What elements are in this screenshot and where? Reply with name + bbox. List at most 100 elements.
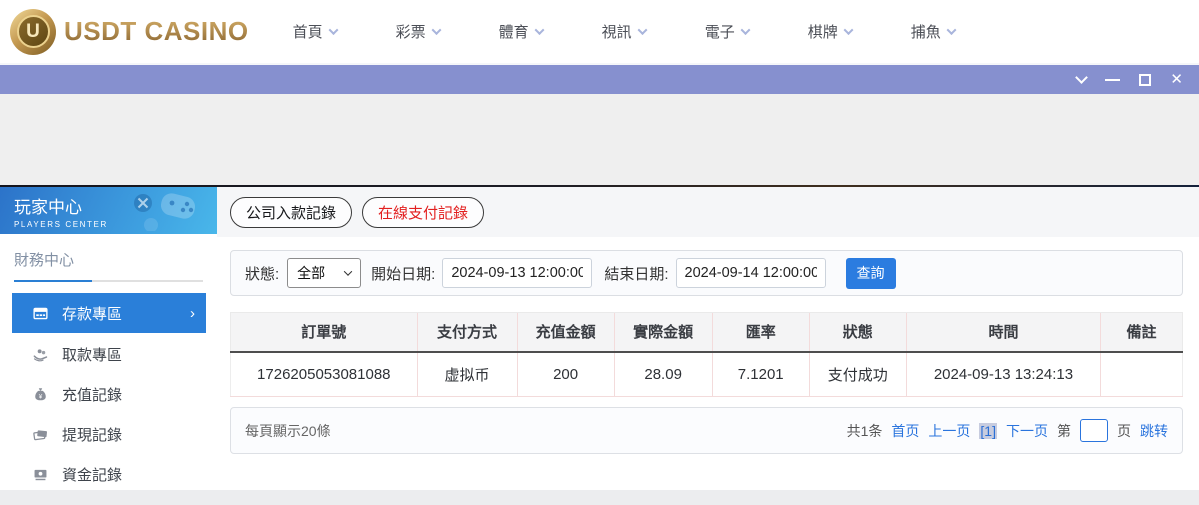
tab-company-deposit-records[interactable]: 公司入款記錄 xyxy=(230,197,353,228)
end-date-label: 結束日期: xyxy=(604,265,669,283)
col-order-number: 訂單號 xyxy=(230,312,418,353)
jump-suffix-label: 页 xyxy=(1117,422,1131,439)
col-remarks: 備註 xyxy=(1100,312,1183,353)
brand-logo-icon: U xyxy=(10,8,56,55)
page-background-spacer xyxy=(0,94,1199,185)
brand-name: USDT CASINO xyxy=(64,16,249,46)
brand-logo[interactable]: U USDT CASINO xyxy=(10,8,249,55)
cell-order-number: 1726205053081088 xyxy=(230,351,418,397)
chevron-down-icon xyxy=(946,25,957,36)
total-count-text: 共1条 xyxy=(846,422,883,439)
cell-recharge-amount: 200 xyxy=(516,351,615,397)
chevron-down-icon xyxy=(843,25,854,36)
sidebar-item-label: 充值記錄 xyxy=(62,386,123,404)
pager-controls: 共1条 首页 上一页 [1] 下一页 第 页 跳转 xyxy=(847,419,1168,442)
logo-u-emblem: U xyxy=(16,15,50,48)
first-page-link[interactable]: 首页 xyxy=(891,421,919,441)
col-exchange-rate: 匯率 xyxy=(711,312,810,353)
col-payment-method: 支付方式 xyxy=(416,312,518,353)
finance-center-title: 財務中心 xyxy=(14,252,75,269)
col-recharge-amount: 充值金額 xyxy=(516,312,615,353)
prev-page-link[interactable]: 上一页 xyxy=(928,421,970,441)
start-date-label: 開始日期: xyxy=(371,265,436,283)
end-date-input[interactable] xyxy=(675,258,826,288)
records-panel: 狀態: 全部 開始日期: 結束日期: 查詢 xyxy=(217,237,1199,490)
nav-item-fishing[interactable]: 捕魚 xyxy=(910,21,957,42)
record-tabs: 公司入款記錄 在線支付記錄 xyxy=(217,187,1199,237)
sidebar-item-withdrawal-records[interactable]: 提現記錄 xyxy=(0,414,217,454)
status-select-value: 全部 xyxy=(297,265,326,281)
chevron-down-icon xyxy=(534,25,545,36)
site-header: U USDT CASINO 首頁 彩票 體育 視訊 電子 棋牌 捕魚 xyxy=(0,0,1199,63)
nav-item-sports[interactable]: 體育 xyxy=(498,21,545,42)
chevron-right-icon: › xyxy=(190,304,195,322)
nav-item-lottery[interactable]: 彩票 xyxy=(395,21,442,42)
status-select[interactable]: 全部 xyxy=(287,258,362,288)
sidebar-item-label: 存款專區 xyxy=(62,305,123,323)
withdraw-hand-icon xyxy=(32,346,49,363)
pagination-bar: 每頁顯示20條 共1条 首页 上一页 [1] 下一页 第 页 跳转 xyxy=(230,407,1183,454)
status-label: 狀態: xyxy=(245,265,280,283)
gamepad-icon xyxy=(134,193,196,231)
cell-payment-method: 虚拟币 xyxy=(416,351,518,397)
close-icon[interactable]: ✕ xyxy=(1170,72,1183,87)
sidebar-item-recharge-records[interactable]: ¥ 充值記錄 xyxy=(0,374,217,414)
start-date-input[interactable] xyxy=(442,258,593,288)
sidebar-menu: 存款專區 › 取款專區 ¥ 充值記錄 提現記錄 資金記錄 xyxy=(0,293,217,494)
current-page-indicator[interactable]: [1] xyxy=(979,422,997,439)
collapse-chevron-icon[interactable] xyxy=(1075,71,1089,84)
nav-item-live[interactable]: 視訊 xyxy=(601,21,648,42)
main-nav: 首頁 彩票 體育 視訊 電子 棋牌 捕魚 xyxy=(292,21,957,42)
sidebar-item-label: 取款專區 xyxy=(62,346,123,364)
main-area: 玩家中心 PLAYERS CENTER 財務中心 存款專區 › 取款專區 ¥ 充… xyxy=(0,187,1199,490)
sidebar-section: 財務中心 xyxy=(0,234,217,282)
funds-note-icon xyxy=(32,466,49,483)
minimize-icon[interactable] xyxy=(1105,78,1121,81)
chevron-down-icon xyxy=(343,267,353,276)
cell-status: 支付成功 xyxy=(808,351,907,397)
cell-actual-amount: 28.09 xyxy=(613,351,713,397)
maximize-icon[interactable] xyxy=(1139,73,1152,86)
nav-label: 電子 xyxy=(704,24,735,41)
chevron-down-icon xyxy=(328,25,339,36)
nav-item-home[interactable]: 首頁 xyxy=(292,21,339,42)
withdrawal-cards-icon xyxy=(32,426,49,443)
nav-item-cards[interactable]: 棋牌 xyxy=(807,21,854,42)
payment-records-table: 訂單號 支付方式 充值金額 實際金額 匯率 狀態 時間 備註 172620505 xyxy=(230,312,1183,397)
page-size-text: 每頁顯示20條 xyxy=(245,422,331,439)
cell-exchange-rate: 7.1201 xyxy=(711,351,810,397)
nav-label: 彩票 xyxy=(395,24,426,41)
sidebar-item-label: 資金記錄 xyxy=(62,466,123,484)
filter-bar: 狀態: 全部 開始日期: 結束日期: 查詢 xyxy=(230,250,1183,296)
table-row: 1726205053081088 虚拟币 200 28.09 7.1201 支付… xyxy=(230,351,1183,397)
table-header-row: 訂單號 支付方式 充值金額 實際金額 匯率 狀態 時間 備註 xyxy=(230,312,1183,353)
sidebar-item-label: 提現記錄 xyxy=(62,426,123,444)
chevron-down-icon xyxy=(740,25,751,36)
nav-item-slots[interactable]: 電子 xyxy=(704,21,751,42)
sidebar-header: 玩家中心 PLAYERS CENTER xyxy=(0,187,217,234)
nav-label: 體育 xyxy=(498,24,529,41)
nav-label: 棋牌 xyxy=(807,24,838,41)
jump-action-link[interactable]: 跳转 xyxy=(1140,421,1168,441)
nav-label: 首頁 xyxy=(292,24,323,41)
tab-online-payment-records[interactable]: 在線支付記錄 xyxy=(362,197,485,228)
cell-time: 2024-09-13 13:24:13 xyxy=(905,351,1101,397)
recharge-bag-icon: ¥ xyxy=(32,386,49,403)
sidebar-item-deposit[interactable]: 存款專區 › xyxy=(12,293,206,333)
deposit-card-icon xyxy=(32,305,49,322)
player-center-sidebar: 玩家中心 PLAYERS CENTER 財務中心 存款專區 › 取款專區 ¥ 充… xyxy=(0,187,217,490)
window-titlebar: ✕ xyxy=(0,63,1199,94)
sidebar-item-withdraw[interactable]: 取款專區 xyxy=(0,334,217,374)
next-page-link[interactable]: 下一页 xyxy=(1006,421,1048,441)
nav-label: 捕魚 xyxy=(910,24,941,41)
col-time: 時間 xyxy=(905,312,1101,353)
content-area: 公司入款記錄 在線支付記錄 狀態: 全部 開始日期: 結束日期: 查詢 xyxy=(217,187,1199,490)
page-jump-input[interactable] xyxy=(1080,419,1108,442)
section-underline xyxy=(14,280,203,282)
sidebar-item-funds-records[interactable]: 資金記錄 xyxy=(0,454,217,494)
search-button[interactable]: 查詢 xyxy=(845,257,896,289)
app-window: U USDT CASINO 首頁 彩票 體育 視訊 電子 棋牌 捕魚 ✕ 玩家中… xyxy=(0,0,1199,505)
nav-label: 視訊 xyxy=(601,24,632,41)
svg-text:¥: ¥ xyxy=(39,393,43,400)
col-status: 狀態 xyxy=(808,312,907,353)
